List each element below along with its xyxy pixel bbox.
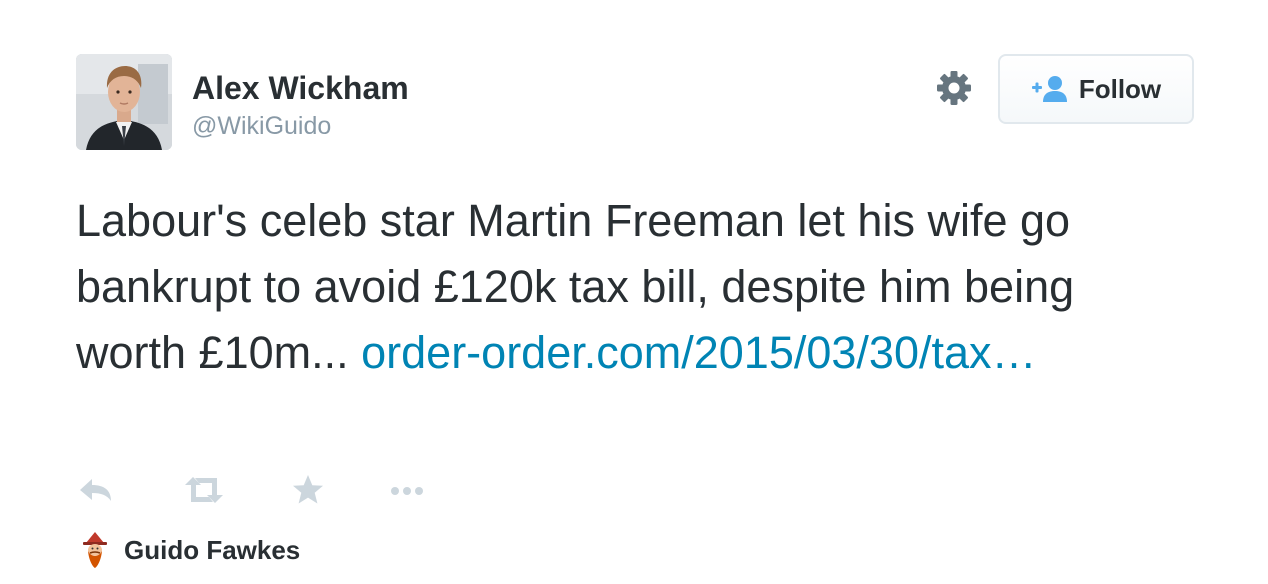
more-icon[interactable] [386,472,426,508]
author-avatar[interactable] [76,54,172,150]
profile-photo-icon [76,54,172,150]
source-name: Guido Fawkes [124,535,301,565]
star-icon[interactable] [290,472,330,508]
retweet-icon[interactable] [182,472,223,508]
tweet-link[interactable]: order-order.com/2015/03/30/tax… [361,327,1036,378]
guido-fawkes-logo-icon [83,532,107,568]
follow-button-label: Follow [1078,74,1162,104]
reply-icon[interactable] [76,472,116,508]
tweet-text: Labour's celeb star Martin Freeman let h… [76,188,1176,386]
add-user-icon [1031,76,1067,102]
author-name[interactable]: Alex Wickham [192,68,409,108]
gear-icon[interactable] [934,68,974,108]
tweet-card: Alex Wickham @WikiGuido Follow Labour's … [0,0,1268,584]
author-handle[interactable]: @WikiGuido [192,110,331,142]
source-attribution[interactable]: Guido Fawkes [80,530,300,570]
follow-button[interactable]: Follow [998,54,1194,124]
